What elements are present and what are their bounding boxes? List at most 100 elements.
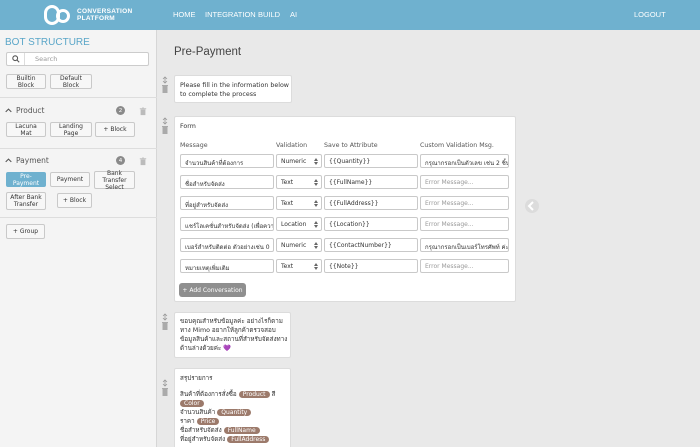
validation-value: Text — [281, 179, 294, 186]
card-text-line: ทาง Mimo อยากให้ลูกค้าตรวจสอบ — [180, 327, 276, 334]
logout-link[interactable]: LOGOUT — [634, 10, 666, 19]
validation-value: Text — [281, 200, 294, 207]
validation-value: Numeric — [281, 158, 307, 165]
add-block-button[interactable]: + Block — [95, 122, 135, 137]
group-header-product[interactable]: Product — [5, 106, 44, 115]
summary-card[interactable]: สรุปรายการ สินค้าที่ต้องการสั่งซื้อ Prod… — [174, 368, 291, 447]
block-after-bank-transfer[interactable]: After Bank Transfer — [6, 192, 46, 210]
validation-select[interactable]: Location — [276, 217, 322, 231]
message-input[interactable]: หมายเหตุเพิ่มเติม — [180, 259, 274, 273]
message-input[interactable]: จำนวนสินค้าที่ต้องการ — [180, 154, 274, 168]
message-input[interactable]: แชร์โลเคชั่นสำหรับจัดส่ง (เพื่อความ — [180, 217, 274, 231]
custom-validation-input[interactable]: กรุณากรอกเป็นตัวเลข เช่น 2 ชิ้น — [420, 154, 509, 168]
add-block-button[interactable]: + Block — [57, 193, 92, 208]
group-name-product: Product — [16, 106, 45, 115]
card-text-line: ข้อมูลสินค้าและสถานที่สำหรับจัดส่งทาง — [180, 336, 288, 343]
summary-line: ที่อยู่สำหรับจัดส่ง FullAddress — [180, 435, 270, 444]
attribute-input[interactable]: {{FullName}} — [324, 175, 418, 189]
block-bank-transfer-select[interactable]: Bank Transfer Select — [94, 170, 135, 191]
text-card[interactable]: Please fill in the information below to … — [174, 75, 292, 103]
group-header-payment[interactable]: Payment — [5, 156, 49, 165]
block-lacuna-mat[interactable]: Lacuna Mat — [6, 122, 46, 137]
attribute-tag: Color — [180, 400, 204, 407]
group-name-payment: Payment — [16, 156, 49, 165]
attribute-tag: FullName — [223, 427, 260, 434]
attribute-input[interactable]: {{Note}} — [324, 259, 418, 273]
drag-handle-icon[interactable] — [161, 117, 169, 137]
summary-label: ที่อยู่สำหรับจัดส่ง — [180, 436, 226, 443]
trash-icon[interactable] — [139, 107, 147, 116]
block-editor: Pre-Payment Please fill in the informati… — [158, 30, 700, 447]
text-card[interactable]: ขอบคุณสำหรับข้อมูลค่ะ อย่างไรก็ตาม ทาง M… — [174, 312, 291, 358]
message-input[interactable]: ที่อยู่สำหรับจัดส่ง — [180, 196, 274, 210]
validation-select[interactable]: Text — [276, 175, 322, 189]
validation-select[interactable]: Text — [276, 196, 322, 210]
custom-validation-input[interactable]: Error Message... — [420, 259, 509, 273]
attribute-input[interactable]: {{Quantity}} — [324, 154, 418, 168]
summary-title: สรุปรายการ — [180, 375, 213, 382]
search-icon — [7, 53, 25, 65]
summary-label: ชื่อสำหรับจัดส่ง — [180, 427, 222, 434]
logo-line-1: CONVERSATION — [77, 8, 133, 15]
nav-integration[interactable]: INTEGRATION — [205, 10, 256, 19]
search-box[interactable]: Search — [6, 52, 149, 66]
custom-validation-input[interactable]: กรุณากรอกเป็นเบอร์โทรศัพท์ ค่ะ — [420, 238, 509, 252]
custom-validation-input[interactable]: Error Message... — [420, 217, 509, 231]
attribute-tag: Product — [238, 391, 270, 398]
attribute-tag: Price — [196, 418, 220, 425]
search-input[interactable]: Search — [35, 55, 57, 63]
chevron-up-icon — [5, 108, 12, 113]
form-title: Form — [180, 123, 196, 130]
summary-line: ชื่อสำหรับจัดส่ง FullName — [180, 426, 260, 435]
validation-value: Text — [281, 263, 294, 270]
divider — [0, 97, 157, 98]
app-logo[interactable]: CONVERSATION PLATFORM — [44, 3, 132, 27]
card-text-line: ด้านล่างด้วยค่ะ 💜 — [180, 345, 232, 352]
summary-line: Color — [180, 399, 204, 408]
message-input[interactable]: เบอร์สำหรับติดต่อ ตัวอย่างเช่น 0 — [180, 238, 274, 252]
attribute-input[interactable]: {{Location}} — [324, 217, 418, 231]
block-landing-page[interactable]: Landing Page — [50, 122, 92, 137]
group-count-badge: 2 — [116, 106, 125, 115]
message-input[interactable]: ชื่อสำหรับจัดส่ง — [180, 175, 274, 189]
drag-handle-icon[interactable] — [161, 379, 169, 399]
logo-text: CONVERSATION PLATFORM — [77, 8, 132, 22]
custom-validation-input[interactable]: Error Message... — [420, 196, 509, 210]
add-group-button[interactable]: + Group — [6, 224, 45, 239]
custom-validation-input[interactable]: Error Message... — [420, 175, 509, 189]
drag-handle-icon[interactable] — [161, 76, 169, 96]
summary-label: ราคา — [180, 418, 195, 425]
card-text-line: Please fill in the information below — [180, 82, 289, 89]
attribute-input[interactable]: {{FullAddress}} — [324, 196, 418, 210]
validation-select[interactable]: Text — [276, 259, 322, 273]
select-arrows-icon — [314, 221, 318, 228]
attribute-tag: Quantity — [217, 409, 252, 416]
block-pre-payment[interactable]: Pre-Payment — [6, 172, 46, 187]
builtin-block-button[interactable]: Builtin Block — [6, 74, 46, 89]
block-payment[interactable]: Payment — [50, 172, 90, 187]
validation-value: Numeric — [281, 242, 307, 249]
default-block-button[interactable]: Default Block — [50, 74, 92, 89]
divider — [0, 148, 157, 149]
add-conversation-button[interactable]: + Add Conversation — [179, 283, 246, 297]
back-arrow-icon[interactable] — [524, 198, 540, 214]
drag-handle-icon[interactable] — [161, 313, 169, 333]
validation-value: Location — [281, 221, 307, 228]
select-arrows-icon — [314, 242, 318, 249]
validation-select[interactable]: Numeric — [276, 154, 322, 168]
trash-icon[interactable] — [139, 157, 147, 166]
attribute-input[interactable]: {{ContactNumber}} — [324, 238, 418, 252]
nav-ai[interactable]: AI — [290, 10, 297, 19]
select-arrows-icon — [314, 158, 318, 165]
nav-home[interactable]: HOME — [173, 10, 196, 19]
summary-line: สินค้าที่ต้องการสั่งซื้อ Product สี — [180, 390, 275, 399]
summary-line: จำนวนสินค้า Quantity — [180, 408, 252, 417]
column-header-custom-msg: Custom Validation Msg. — [420, 142, 494, 149]
sidebar-title: BOT STRUCTURE — [5, 37, 90, 48]
page-title: Pre-Payment — [174, 46, 242, 58]
bot-structure-sidebar: BOT STRUCTURE Search Builtin Block Defau… — [0, 30, 157, 447]
nav-build[interactable]: BUILD — [258, 10, 280, 19]
column-header-attribute: Save to Attribute — [324, 142, 378, 149]
validation-select[interactable]: Numeric — [276, 238, 322, 252]
card-text-line: ขอบคุณสำหรับข้อมูลค่ะ อย่างไรก็ตาม — [180, 318, 283, 325]
